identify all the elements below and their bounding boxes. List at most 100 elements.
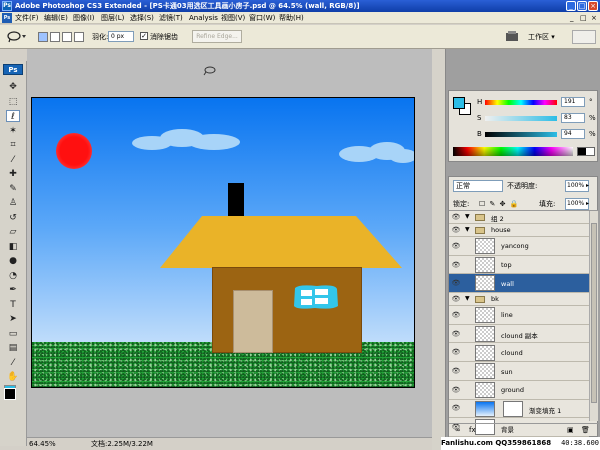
doc-close-button[interactable]: ×: [591, 13, 597, 23]
opacity-input[interactable]: 100% ▸: [565, 180, 589, 192]
visibility-eye-icon[interactable]: 👁: [451, 348, 461, 356]
lock-icons[interactable]: ☐ ✎ ✥ 🔒: [479, 199, 519, 209]
foreground-color-swatch[interactable]: [4, 388, 16, 400]
type-tool-icon[interactable]: T: [6, 299, 20, 311]
layer-row[interactable]: 👁 clound 副本: [449, 324, 589, 344]
hand-tool-icon[interactable]: ✋: [6, 371, 20, 383]
notes-tool-icon[interactable]: ▤: [6, 342, 20, 354]
saturation-slider[interactable]: [485, 116, 557, 121]
menu-layer[interactable]: 图层(L): [101, 13, 124, 23]
visibility-eye-icon[interactable]: 👁: [451, 311, 461, 319]
blur-tool-icon[interactable]: ●: [6, 255, 20, 267]
hue-value[interactable]: 191: [561, 97, 585, 107]
layer-row[interactable]: 👁 ground: [449, 380, 589, 400]
menu-file[interactable]: 文件(F): [15, 13, 39, 23]
minimize-button[interactable]: _: [566, 1, 576, 11]
clone-stamp-tool-icon[interactable]: ♙: [6, 197, 20, 209]
zoom-level[interactable]: 64.45%: [29, 438, 56, 450]
menu-edit[interactable]: 编辑(E): [44, 13, 68, 23]
slice-tool-icon[interactable]: ⁄: [6, 154, 20, 166]
eyedropper-tool-icon[interactable]: ⁄: [6, 357, 20, 369]
visibility-eye-icon[interactable]: 👁: [451, 226, 461, 234]
workspace-button[interactable]: 工作区 ▾: [528, 30, 568, 44]
move-tool-icon[interactable]: ✥: [6, 81, 20, 93]
tool-preset-picker[interactable]: [572, 30, 596, 44]
menu-view[interactable]: 视图(V): [221, 13, 245, 23]
doc-minimize-button[interactable]: _: [570, 13, 574, 23]
paint-bucket-tool-icon[interactable]: ◧: [6, 241, 20, 253]
magic-wand-tool-icon[interactable]: ✶: [6, 125, 20, 137]
delete-layer-icon[interactable]: 🗑: [581, 424, 590, 436]
layers-scrollbar[interactable]: [589, 211, 598, 421]
intersect-selection-icon[interactable]: [74, 32, 84, 42]
menu-help[interactable]: 帮助(H): [279, 13, 304, 23]
add-to-selection-icon[interactable]: [50, 32, 60, 42]
brightness-slider[interactable]: [485, 132, 557, 137]
layer-row[interactable]: 👁 yancong: [449, 237, 589, 256]
hue-slider[interactable]: [485, 100, 557, 105]
brightness-value[interactable]: 94: [561, 129, 585, 139]
marquee-tool-icon[interactable]: ⬚: [6, 96, 20, 108]
color-panel-foreground[interactable]: [453, 97, 465, 109]
visibility-eye-icon[interactable]: 👁: [451, 404, 461, 412]
color-spectrum[interactable]: [453, 147, 573, 156]
layer-group-row[interactable]: 👁 ▼ bk: [449, 293, 589, 307]
refine-edge-button[interactable]: Refine Edge...: [192, 30, 242, 43]
dodge-tool-icon[interactable]: ◔: [6, 270, 20, 282]
menu-filter[interactable]: 滤镜(T): [159, 13, 183, 23]
menu-analysis[interactable]: Analysis: [189, 13, 218, 23]
close-button[interactable]: ×: [588, 1, 598, 11]
group-expand-icon[interactable]: ▼: [465, 295, 470, 302]
group-expand-icon[interactable]: ▼: [465, 213, 470, 220]
menu-window[interactable]: 窗口(W): [249, 13, 275, 23]
document-area[interactable]: [27, 49, 432, 437]
bridge-icon[interactable]: [505, 31, 519, 42]
layer-row[interactable]: 👁 clound: [449, 343, 589, 363]
visibility-eye-icon[interactable]: 👁: [451, 295, 461, 303]
collapsed-panel-strip[interactable]: [432, 49, 446, 450]
layer-row[interactable]: 👁 wall: [449, 274, 589, 294]
brush-tool-icon[interactable]: ✎: [6, 183, 20, 195]
layer-row[interactable]: 👁 line: [449, 306, 589, 325]
visibility-eye-icon[interactable]: 👁: [451, 213, 461, 221]
feather-input[interactable]: 0 px: [108, 31, 134, 42]
visibility-eye-icon[interactable]: 👁: [451, 330, 461, 338]
document-size[interactable]: 文档:2.25M/3.22M: [91, 438, 153, 450]
layer-group-row[interactable]: 👁 ▼ house: [449, 224, 589, 237]
lasso-tool-icon[interactable]: ℓ: [6, 110, 20, 122]
layer-row[interactable]: 👁 sun: [449, 362, 589, 381]
history-brush-tool-icon[interactable]: ↺: [6, 212, 20, 224]
maximize-button[interactable]: □: [577, 1, 587, 11]
layers-scroll-thumb[interactable]: [591, 223, 597, 403]
layer-style-icon[interactable]: fx: [469, 424, 476, 436]
doc-restore-button[interactable]: □: [580, 13, 587, 23]
group-expand-icon[interactable]: ▼: [465, 226, 470, 233]
antialias-checkbox[interactable]: ✓: [140, 32, 148, 40]
visibility-eye-icon[interactable]: 👁: [451, 261, 461, 269]
blend-mode-select[interactable]: 正常: [453, 180, 503, 192]
visibility-eye-icon[interactable]: 👁: [451, 386, 461, 394]
visibility-eye-icon[interactable]: 👁: [451, 279, 461, 287]
new-layer-icon[interactable]: ▣: [567, 424, 574, 436]
visibility-eye-icon[interactable]: 👁: [451, 242, 461, 250]
link-layers-icon[interactable]: ∞: [455, 424, 461, 436]
saturation-value[interactable]: 83: [561, 113, 585, 123]
layer-row[interactable]: 👁 top: [449, 255, 589, 275]
new-selection-icon[interactable]: [38, 32, 48, 42]
image-canvas[interactable]: [31, 97, 415, 388]
crop-tool-icon[interactable]: ⌗: [6, 139, 20, 151]
pen-tool-icon[interactable]: ✒: [6, 284, 20, 296]
menu-select[interactable]: 选择(S): [130, 13, 154, 23]
shape-tool-icon[interactable]: ▭: [6, 328, 20, 340]
layer-group-row[interactable]: 👁 ▼ 组 2: [449, 211, 589, 224]
healing-brush-tool-icon[interactable]: ✚: [6, 168, 20, 180]
lasso-icon[interactable]: [5, 30, 29, 44]
eraser-tool-icon[interactable]: ▱: [6, 226, 20, 238]
path-selection-tool-icon[interactable]: ➤: [6, 313, 20, 325]
menu-image[interactable]: 图像(I): [73, 13, 95, 23]
subtract-selection-icon[interactable]: [62, 32, 72, 42]
black-white-swatches[interactable]: [577, 147, 595, 156]
visibility-eye-icon[interactable]: 👁: [451, 367, 461, 375]
fill-input[interactable]: 100% ▸: [565, 198, 589, 210]
layer-row[interactable]: 👁 渐变填充 1: [449, 399, 589, 419]
